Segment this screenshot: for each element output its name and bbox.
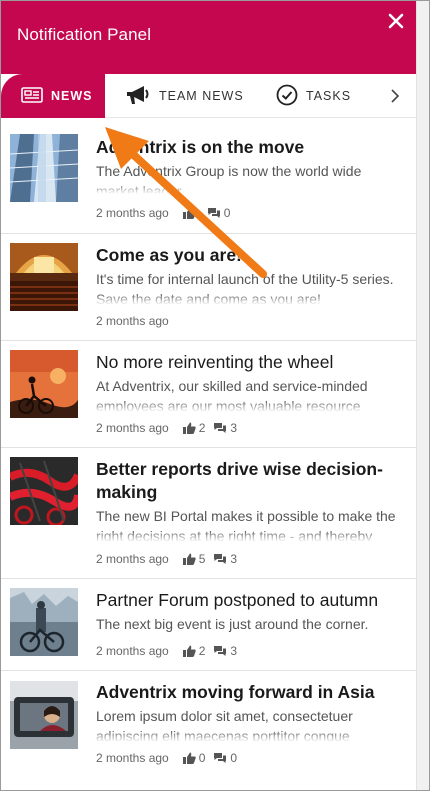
news-description: The new BI Portal makes it possible to m… — [96, 506, 404, 542]
tab-news-label: NEWS — [51, 89, 93, 103]
comment-count[interactable]: 3 — [213, 421, 237, 435]
news-meta: 2 months ago 2 3 — [96, 421, 237, 435]
news-meta: 2 months ago 5 3 — [96, 552, 237, 566]
news-list: Adventrix is on the move The Adventrix G… — [1, 118, 416, 781]
news-item[interactable]: Adventrix is on the move The Adventrix G… — [1, 118, 416, 234]
comment-count[interactable]: 3 — [213, 552, 237, 566]
news-time: 2 months ago — [96, 314, 169, 328]
thumbs-up-icon — [182, 422, 196, 434]
comments-icon — [213, 752, 227, 764]
news-title: Better reports drive wise decision-makin… — [96, 459, 383, 502]
news-item[interactable]: No more reinventing the wheel At Adventr… — [1, 341, 416, 448]
tab-tasks[interactable]: TASKS — [276, 74, 376, 118]
comments-icon — [213, 645, 227, 657]
comments-icon — [207, 207, 221, 219]
news-thumbnail — [10, 681, 78, 749]
thumbs-up-icon — [182, 645, 196, 657]
news-title: No more reinventing the wheel — [96, 352, 334, 372]
news-meta: 2 months ago 2 3 — [96, 644, 237, 658]
like-count[interactable]: 5 — [182, 552, 205, 566]
news-item[interactable]: Better reports drive wise decision-makin… — [1, 448, 416, 579]
news-thumbnail — [10, 588, 78, 656]
news-description: At Adventrix, our skilled and service-mi… — [96, 376, 404, 412]
news-title: Adventrix is on the move — [96, 137, 305, 157]
like-count[interactable]: 2 — [182, 644, 205, 658]
like-count[interactable] — [182, 207, 199, 219]
news-time: 2 months ago — [96, 751, 169, 765]
news-description: The next big event is just around the co… — [96, 616, 369, 632]
news-time: 2 months ago — [96, 206, 169, 220]
news-meta: 2 months ago — [96, 314, 169, 328]
news-thumbnail — [10, 243, 78, 311]
news-thumbnail — [10, 457, 78, 525]
close-icon[interactable] — [386, 11, 406, 31]
news-meta: 2 months ago 0 — [96, 206, 230, 220]
comment-count[interactable]: 0 — [213, 751, 237, 765]
news-item[interactable]: Come as you are! It's time for internal … — [1, 234, 416, 341]
like-count[interactable]: 2 — [182, 421, 205, 435]
chevron-right-icon[interactable] — [385, 74, 405, 118]
news-time: 2 months ago — [96, 644, 169, 658]
thumbs-up-icon — [182, 553, 196, 565]
news-thumbnail — [10, 350, 78, 418]
news-item[interactable]: Partner Forum postponed to autumn The ne… — [1, 579, 416, 671]
like-count[interactable]: 0 — [182, 751, 205, 765]
tab-team-news[interactable]: TEAM NEWS — [125, 74, 255, 118]
scrollbar[interactable] — [416, 1, 429, 790]
news-meta: 2 months ago 0 0 — [96, 751, 237, 765]
thumbs-up-icon — [182, 752, 196, 764]
megaphone-icon — [125, 84, 151, 109]
news-title: Adventrix moving forward in Asia — [96, 682, 375, 702]
check-circle-icon — [276, 84, 298, 109]
comments-icon — [213, 422, 227, 434]
news-item[interactable]: Adventrix moving forward in Asia Lorem i… — [1, 671, 416, 781]
comment-count[interactable]: 0 — [207, 206, 230, 220]
tab-bar: NEWS TEAM NEWS TASKS — [1, 74, 416, 118]
news-description: The Adventrix Group is now the world wid… — [96, 161, 404, 194]
panel-header: Notification Panel — [1, 1, 416, 74]
newspaper-icon — [21, 86, 43, 106]
tab-news[interactable]: NEWS — [1, 74, 105, 118]
comments-icon — [213, 553, 227, 565]
news-time: 2 months ago — [96, 552, 169, 566]
tab-team-news-label: TEAM NEWS — [159, 89, 244, 103]
panel-title: Notification Panel — [17, 25, 152, 44]
news-thumbnail — [10, 134, 78, 202]
news-title: Come as you are! — [96, 245, 242, 265]
thumbs-up-icon — [182, 207, 196, 219]
news-time: 2 months ago — [96, 421, 169, 435]
news-description: Lorem ipsum dolor sit amet, consectetuer… — [96, 706, 404, 742]
news-title: Partner Forum postponed to autumn — [96, 590, 379, 610]
tab-tasks-label: TASKS — [306, 89, 352, 103]
comment-count[interactable]: 3 — [213, 644, 237, 658]
news-description: It's time for internal launch of the Uti… — [96, 269, 404, 305]
notification-panel: Notification Panel NEWS TEAM NEWS TASKS — [0, 0, 430, 791]
